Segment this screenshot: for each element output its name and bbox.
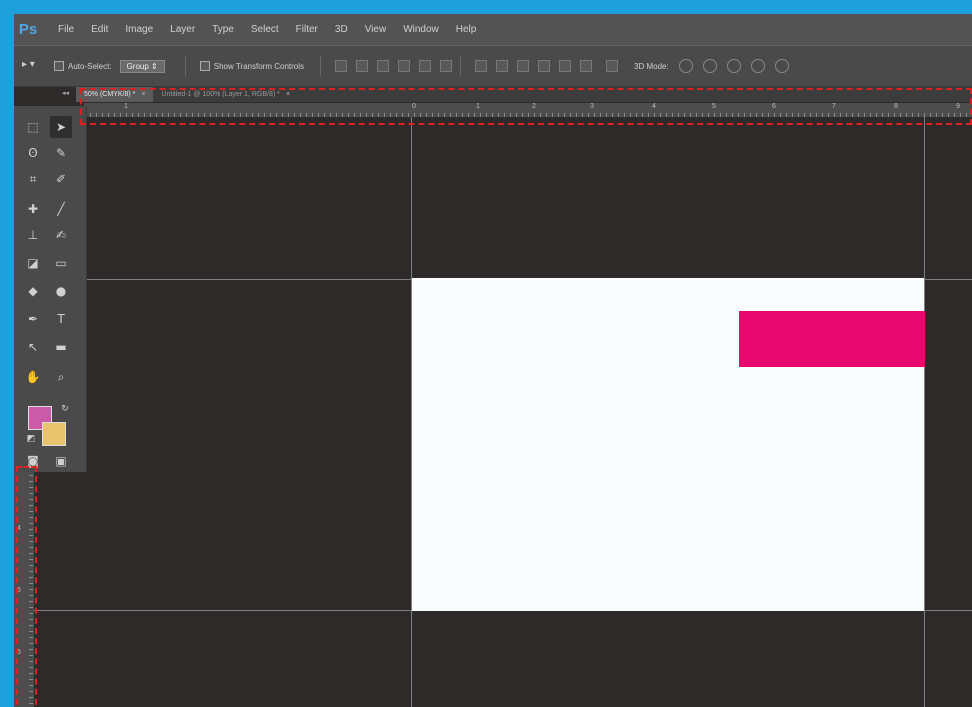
align-bottom-icon[interactable] xyxy=(377,60,390,72)
dropdown-value: Group xyxy=(126,61,149,71)
eyedropper-tool-icon[interactable]: ✐ xyxy=(50,168,72,190)
hand-tool-icon[interactable]: ✋ xyxy=(22,366,44,388)
clone-stamp-tool-icon[interactable]: ⊥ xyxy=(22,224,44,246)
tools-panel: ⬚ ➤ ʘ ✎ ⌗ ✐ ✚ ╱ ⊥ ✍ ◪ ▭ ◆ ● ✒ T ↖ ▬ ✋ ⌕ … xyxy=(14,106,87,472)
align-left-icon[interactable] xyxy=(398,60,411,72)
distribute-vcenter-icon[interactable] xyxy=(496,60,509,72)
menu-edit[interactable]: Edit xyxy=(91,24,108,35)
screen-mode-icon[interactable]: ▣ xyxy=(50,450,72,472)
distribute-hcenter-icon[interactable] xyxy=(559,60,572,72)
align-buttons-group xyxy=(335,60,453,72)
rotate-3d-icon[interactable] xyxy=(678,59,693,73)
spot-healing-tool-icon[interactable]: ✚ xyxy=(22,198,44,220)
options-bar: ▸ ▾ Auto-Select: Group ⇕ Show Transform … xyxy=(14,45,972,87)
menu-file[interactable]: File xyxy=(58,24,74,35)
menu-type[interactable]: Type xyxy=(212,24,234,35)
swap-colors-icon[interactable]: ↻ xyxy=(54,398,76,420)
move-tool-icon[interactable]: ➤ xyxy=(50,116,72,138)
align-right-icon[interactable] xyxy=(440,60,453,72)
distribute-bottom-icon[interactable] xyxy=(517,60,530,72)
separator xyxy=(184,56,186,76)
zoom-tool-icon[interactable]: ⌕ xyxy=(50,366,72,388)
menu-help[interactable]: Help xyxy=(456,24,477,35)
collapse-panel-icon[interactable]: ◂◂ xyxy=(62,89,69,97)
blur-tool-icon[interactable]: ◆ xyxy=(22,280,44,302)
auto-select-checkbox[interactable] xyxy=(54,61,64,71)
path-selection-tool-icon[interactable]: ↖ xyxy=(22,336,44,358)
distribute-top-icon[interactable] xyxy=(475,60,488,72)
crop-tool-icon[interactable]: ⌗ xyxy=(22,168,44,190)
align-top-icon[interactable] xyxy=(335,60,348,72)
pink-rectangle-shape[interactable] xyxy=(739,311,925,367)
guide-vertical[interactable] xyxy=(924,117,925,707)
slide-3d-icon[interactable] xyxy=(750,59,765,73)
distribute-buttons-group xyxy=(475,60,593,72)
menu-layer[interactable]: Layer xyxy=(170,24,195,35)
photoshop-logo: Ps xyxy=(18,21,38,38)
move-tool-preset-icon[interactable]: ▸ ▾ xyxy=(22,59,48,73)
marquee-tool-icon[interactable]: ⬚ xyxy=(22,116,44,138)
photoshop-window: Ps File Edit Image Layer Type Select Fil… xyxy=(14,14,972,707)
distribute-left-icon[interactable] xyxy=(538,60,551,72)
menu-filter[interactable]: Filter xyxy=(296,24,318,35)
menu-select[interactable]: Select xyxy=(251,24,279,35)
auto-select-label: Auto-Select: xyxy=(68,61,112,71)
auto-select-target-dropdown[interactable]: Group ⇕ xyxy=(119,59,165,73)
dodge-tool-icon[interactable]: ● xyxy=(50,280,72,302)
background-color-swatch[interactable] xyxy=(42,422,66,446)
history-brush-tool-icon[interactable]: ✍ xyxy=(50,224,72,246)
show-transform-checkbox[interactable] xyxy=(199,61,210,71)
separator xyxy=(460,56,462,76)
roll-3d-icon[interactable] xyxy=(702,59,717,73)
distribute-right-icon[interactable] xyxy=(580,60,593,72)
pen-tool-icon[interactable]: ✒ xyxy=(22,308,44,330)
3d-mode-buttons xyxy=(678,59,789,73)
type-tool-icon[interactable]: T xyxy=(50,308,72,330)
default-colors-icon[interactable]: ◩ xyxy=(20,428,42,450)
separator xyxy=(320,56,322,76)
menu-image[interactable]: Image xyxy=(125,24,153,35)
quick-selection-tool-icon[interactable]: ✎ xyxy=(50,142,72,164)
vertical-ruler-highlight xyxy=(16,466,37,707)
brush-tool-icon[interactable]: ╱ xyxy=(50,198,72,220)
align-vcenter-icon[interactable] xyxy=(356,60,369,72)
menu-bar: Ps File Edit Image Layer Type Select Fil… xyxy=(14,14,972,45)
menu-window[interactable]: Window xyxy=(403,24,439,35)
drag-3d-icon[interactable] xyxy=(726,59,741,73)
eraser-tool-icon[interactable]: ◪ xyxy=(22,252,44,274)
auto-align-layers-icon[interactable] xyxy=(606,60,619,72)
menu-view[interactable]: View xyxy=(365,24,387,35)
shape-tool-icon[interactable]: ▬ xyxy=(50,336,72,358)
3d-mode-label: 3D Mode: xyxy=(634,61,669,71)
scale-3d-icon[interactable] xyxy=(774,59,789,73)
show-transform-label: Show Transform Controls xyxy=(213,61,305,71)
lasso-tool-icon[interactable]: ʘ xyxy=(22,142,44,164)
gradient-tool-icon[interactable]: ▭ xyxy=(50,252,72,274)
align-hcenter-icon[interactable] xyxy=(419,60,432,72)
menu-3d[interactable]: 3D xyxy=(335,24,348,35)
horizontal-ruler-highlight xyxy=(80,88,972,125)
